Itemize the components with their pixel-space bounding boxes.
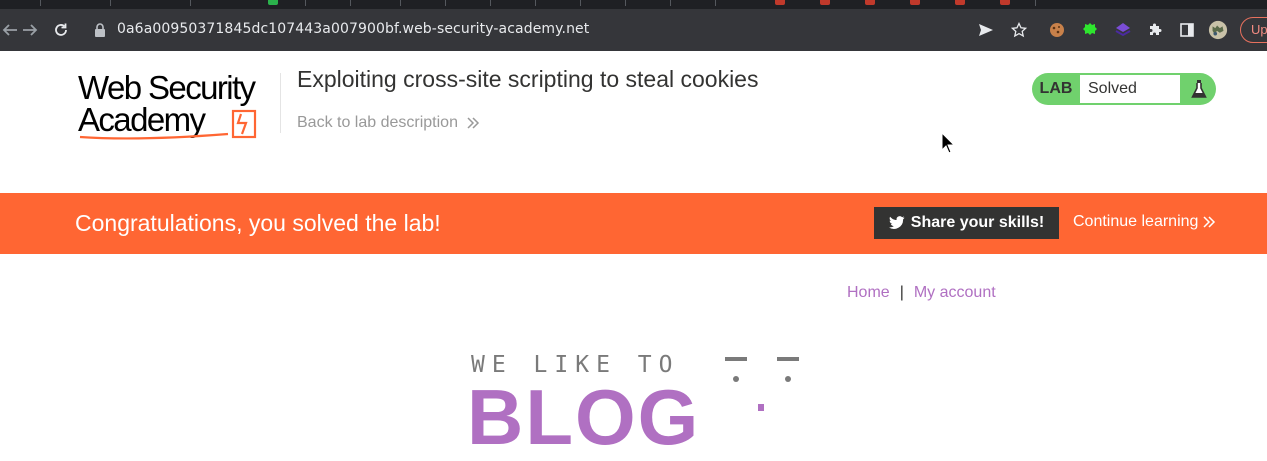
- back-to-lab-description-link[interactable]: Back to lab description: [297, 114, 480, 132]
- double-chevron-right-icon: [467, 117, 480, 129]
- continue-learning-link[interactable]: Continue learning: [1073, 213, 1216, 231]
- share-skills-button[interactable]: Share your skills!: [874, 207, 1059, 239]
- tab-favicon[interactable]: [820, 0, 830, 5]
- tab-divider: [490, 0, 491, 6]
- tab-favicon[interactable]: [910, 0, 920, 5]
- update-button[interactable]: Up: [1240, 17, 1267, 43]
- tab-favicon[interactable]: [865, 0, 875, 5]
- congratulations-message: Congratulations, you solved the lab!: [75, 210, 441, 236]
- double-chevron-right-icon: [1203, 216, 1216, 228]
- header-divider: [280, 73, 281, 133]
- lab-status-text: Solved: [1080, 75, 1180, 103]
- tab-divider: [40, 0, 41, 6]
- blog-nav: Home | My account: [847, 284, 996, 302]
- tab-divider: [350, 0, 351, 6]
- tab-divider: [190, 0, 191, 6]
- congratulations-banner: Congratulations, you solved the lab! Sha…: [0, 193, 1267, 254]
- purple-extension-icon[interactable]: [1113, 20, 1133, 40]
- tab-favicon[interactable]: [1000, 0, 1010, 5]
- back-link-label: Back to lab description: [297, 114, 458, 131]
- tab-divider: [625, 0, 626, 6]
- tab-divider: [400, 0, 401, 6]
- tab-divider: [1035, 0, 1036, 6]
- home-link[interactable]: Home: [847, 284, 890, 302]
- tab-favicon[interactable]: [775, 0, 785, 5]
- send-icon[interactable]: [976, 20, 996, 40]
- forward-arrow-icon[interactable]: [20, 20, 40, 40]
- tab-divider: [535, 0, 536, 6]
- tab-divider: [580, 0, 581, 6]
- tab-favicon[interactable]: [955, 0, 965, 5]
- blog-hero-word: BLOG: [467, 373, 701, 461]
- lab-tag: LAB: [1039, 80, 1073, 97]
- browser-toolbar: 0a6a00950371845dc107443a007900bf.web-sec…: [0, 9, 1267, 51]
- tab-favicon[interactable]: [268, 0, 278, 5]
- back-arrow-icon[interactable]: [0, 20, 20, 40]
- lab-header: Web Security Academy Exploiting cross-si…: [0, 51, 1267, 193]
- blog-face-icon: [725, 357, 799, 411]
- star-icon[interactable]: [1009, 20, 1029, 40]
- lab-title: Exploiting cross-site scripting to steal…: [297, 66, 759, 92]
- my-account-link[interactable]: My account: [914, 284, 996, 302]
- web-security-academy-logo[interactable]: Web Security Academy: [78, 69, 278, 145]
- continue-learning-label: Continue learning: [1073, 213, 1199, 230]
- nav-separator: |: [899, 284, 904, 301]
- profile-avatar-icon[interactable]: [1208, 20, 1228, 40]
- tab-divider: [305, 0, 306, 6]
- lab-status-widget: LAB Solved: [1032, 73, 1216, 105]
- tab-divider: [715, 0, 716, 6]
- green-extension-icon[interactable]: [1080, 20, 1100, 40]
- lock-icon[interactable]: [94, 22, 106, 38]
- flask-icon: [1181, 73, 1216, 105]
- cookie-extension-icon[interactable]: [1047, 20, 1067, 40]
- browser-tab-strip: [0, 0, 1267, 9]
- tab-divider: [445, 0, 446, 6]
- mouse-cursor-icon: [941, 132, 955, 154]
- twitter-icon: [888, 216, 905, 229]
- side-panel-icon[interactable]: [1177, 20, 1197, 40]
- tab-divider: [670, 0, 671, 6]
- reload-icon[interactable]: [51, 20, 71, 40]
- puzzle-extensions-icon[interactable]: [1145, 20, 1165, 40]
- address-bar-url[interactable]: 0a6a00950371845dc107443a007900bf.web-sec…: [117, 21, 589, 37]
- share-skills-label: Share your skills!: [910, 214, 1045, 231]
- logo-underline-swoosh: [79, 132, 229, 140]
- tab-divider: [110, 0, 111, 6]
